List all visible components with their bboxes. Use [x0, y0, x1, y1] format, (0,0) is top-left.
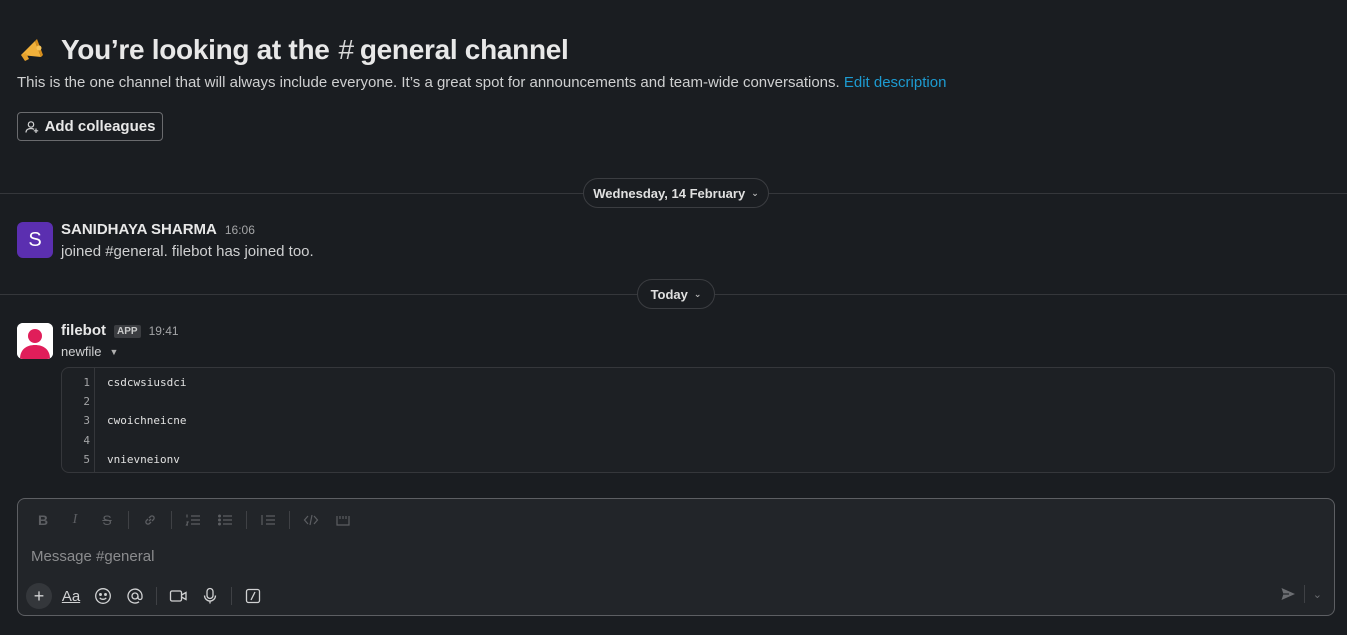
code-icon[interactable] [298, 509, 324, 531]
format-text-label: Aa [61, 587, 81, 605]
date-divider-wednesday[interactable]: Wednesday, 14 February ⌄ [583, 178, 769, 208]
code-line: 4 [62, 431, 1334, 450]
message-author[interactable]: SANIDHAYA SHARMA [61, 221, 217, 238]
message-author[interactable]: filebot [61, 322, 106, 339]
code-line: 3 cwoichneicne [62, 411, 1334, 430]
channel-intro-title: You’re looking at the # general channel [17, 30, 946, 70]
plus-icon[interactable]: + [26, 583, 52, 609]
message-header: filebot APP 19:41 [61, 322, 179, 339]
edit-description-link[interactable]: Edit description [844, 74, 947, 91]
channel-description: This is the one channel that will always… [17, 74, 946, 91]
ordered-list-icon[interactable] [180, 509, 206, 531]
hash-icon: # [338, 34, 355, 65]
avatar[interactable]: S [17, 222, 53, 258]
add-person-icon [24, 120, 39, 134]
toolbar-divider [156, 587, 157, 605]
message-composer: B I S Message #general + Aa ⌄ [17, 498, 1335, 616]
toolbar-divider [289, 511, 290, 529]
toolbar-divider [171, 511, 172, 529]
channel-intro: You’re looking at the # general channel … [17, 30, 946, 91]
format-toolbar: B I S [30, 509, 362, 531]
emoji-icon[interactable] [90, 583, 116, 609]
intro-channel-name: general channel [359, 34, 569, 65]
bold-icon[interactable]: B [30, 509, 56, 531]
line-content: csdcwsiusdci [107, 376, 187, 389]
caret-down-icon: ▼ [109, 346, 119, 357]
message-item: filebot APP 19:41 newfile ▼ [17, 322, 617, 363]
date-divider-label: Today [650, 286, 688, 302]
add-colleagues-button[interactable]: Add colleagues [17, 112, 163, 141]
line-number: 3 [83, 414, 90, 427]
line-content: cwoichneicne [107, 414, 187, 427]
send-controls: ⌄ [1280, 585, 1322, 603]
message-timestamp[interactable]: 16:06 [225, 223, 255, 237]
message-header: SANIDHAYA SHARMA 16:06 [61, 221, 255, 238]
line-number: 5 [83, 453, 90, 466]
slash-command-icon[interactable] [240, 583, 266, 609]
video-icon[interactable] [165, 583, 191, 609]
line-number: 4 [83, 434, 90, 447]
channel-description-text: This is the one channel that will always… [17, 74, 840, 91]
chevron-down-icon: ⌄ [751, 187, 759, 198]
bulleted-list-icon[interactable] [212, 509, 238, 531]
date-divider-label: Wednesday, 14 February [593, 185, 746, 201]
date-divider-today[interactable]: Today ⌄ [637, 279, 715, 309]
bot-avatar[interactable] [17, 323, 53, 359]
code-line: 1 csdcwsiusdci [62, 373, 1334, 392]
megaphone-icon [17, 35, 47, 65]
file-preview[interactable]: 1 csdcwsiusdci 2 3 cwoichneicne 4 5 vnie… [61, 367, 1335, 473]
link-icon[interactable] [137, 509, 163, 531]
chevron-down-icon: ⌄ [693, 288, 702, 299]
app-badge: APP [114, 325, 141, 338]
message-timestamp[interactable]: 19:41 [149, 324, 179, 338]
message-input[interactable]: Message #general [31, 548, 154, 565]
toolbar-divider [246, 511, 247, 529]
microphone-icon[interactable] [197, 583, 223, 609]
code-block-icon[interactable] [330, 509, 356, 531]
avatar-letter: S [28, 228, 42, 251]
send-divider [1303, 585, 1305, 603]
send-icon[interactable] [1280, 586, 1296, 602]
composer-actions: + Aa [26, 583, 272, 609]
send-options-chevron-icon[interactable]: ⌄ [1313, 588, 1322, 601]
blockquote-icon[interactable] [255, 509, 281, 531]
intro-title-prefix: You’re looking at the [61, 34, 330, 65]
line-content: vnievneionv [107, 453, 180, 466]
message-text: joined #general. filebot has joined too. [61, 243, 314, 260]
toolbar-divider [231, 587, 232, 605]
line-number: 2 [83, 395, 90, 408]
mention-icon[interactable] [122, 583, 148, 609]
message-item: S SANIDHAYA SHARMA 16:06 joined #general… [17, 221, 617, 262]
code-line: 5 vnievneionv [62, 450, 1334, 469]
line-number: 1 [83, 376, 90, 389]
code-line: 2 [62, 392, 1334, 411]
toolbar-divider [128, 511, 129, 529]
file-name: newfile [61, 344, 102, 359]
add-colleagues-label: Add colleagues [44, 118, 156, 135]
file-name-toggle[interactable]: newfile ▼ [61, 344, 118, 359]
format-text-icon[interactable]: Aa [58, 583, 84, 609]
italic-icon[interactable]: I [62, 509, 88, 531]
strikethrough-icon[interactable]: S [94, 509, 120, 531]
